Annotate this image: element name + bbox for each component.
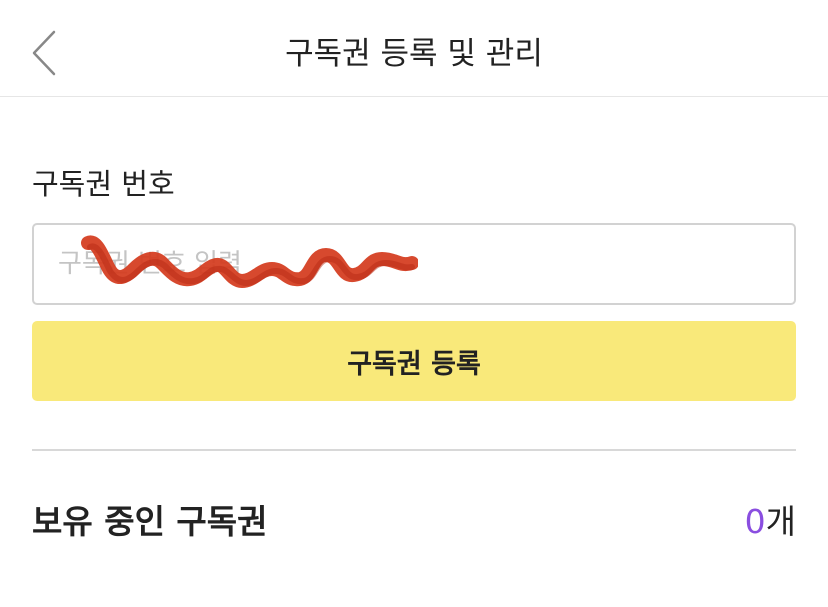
subscription-code-field[interactable] — [32, 223, 796, 305]
section-divider — [32, 449, 796, 451]
page-title: 구독권 등록 및 관리 — [285, 36, 543, 72]
app-header: 구독권 등록 및 관리 — [0, 0, 828, 97]
subscription-code-input[interactable] — [34, 225, 794, 303]
owned-subscriptions-count: 0개 — [745, 500, 796, 544]
owned-subscriptions-title: 보유 중인 구독권 — [32, 502, 268, 541]
owned-count-number: 0 — [744, 502, 766, 541]
register-subscription-button[interactable]: 구독권 등록 — [32, 321, 796, 401]
owned-count-unit: 개 — [765, 502, 796, 541]
subscription-code-label: 구독권 번호 — [32, 167, 175, 201]
